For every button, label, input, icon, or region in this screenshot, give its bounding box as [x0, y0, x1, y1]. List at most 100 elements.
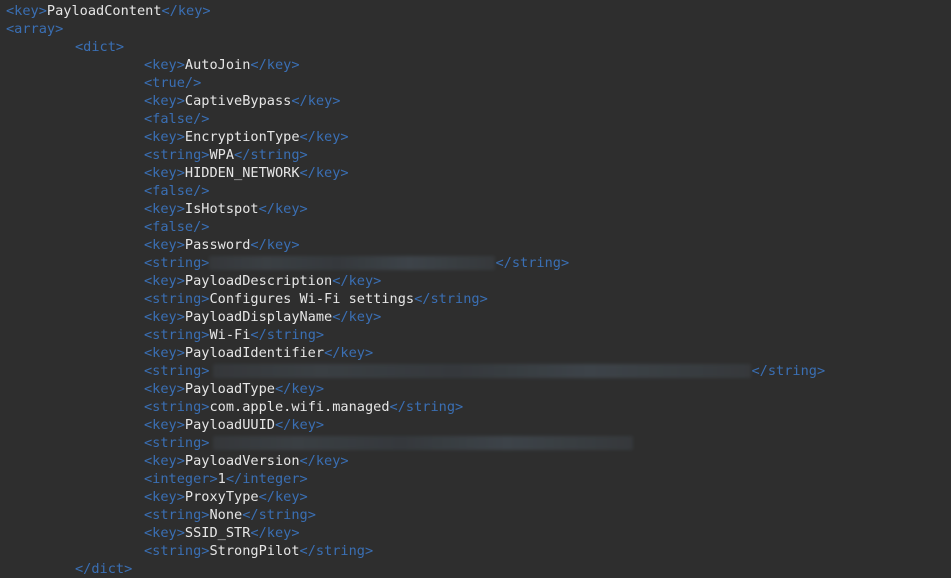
code-line: <false/> [0, 110, 951, 128]
xml-tag: <key> [144, 129, 185, 145]
code-line: <string> </string> [0, 362, 951, 380]
code-line: <string>Wi-Fi</string> [0, 326, 951, 344]
xml-text: HIDDEN_NETWORK [184, 165, 300, 181]
xml-tag: <key> [144, 417, 185, 433]
xml-text: PayloadType [184, 381, 275, 397]
xml-tag: </key> [291, 93, 341, 109]
xml-tag: <true/> [144, 75, 202, 91]
xml-tag: <string> [144, 507, 210, 523]
xml-text: PayloadDescription [184, 273, 333, 289]
code-line: <key>CaptiveBypass</key> [0, 92, 951, 110]
xml-tag: </key> [299, 165, 349, 181]
code-line: <key>EncryptionType</key> [0, 128, 951, 146]
xml-tag: <key> [144, 453, 185, 469]
code-line: <true/> [0, 74, 951, 92]
xml-text: Password [184, 237, 251, 253]
code-line: <string>Configures Wi-Fi settings</strin… [0, 290, 951, 308]
xml-tag: <key> [144, 57, 185, 73]
xml-tag: </string> [414, 291, 488, 307]
xml-text: CaptiveBypass [184, 93, 292, 109]
code-line: <string>WPA</string> [0, 146, 951, 164]
xml-tag: </key> [332, 273, 382, 289]
code-editor[interactable]: <key>PayloadContent</key> <array> <dict>… [0, 0, 951, 578]
xml-text: None [209, 507, 243, 523]
code-line: <key>IsHotspot</key> [0, 200, 951, 218]
xml-tag: </key> [299, 129, 349, 145]
xml-tag: </integer> [225, 471, 308, 487]
xml-text: PayloadIdentifier [184, 345, 325, 361]
xml-tag: <key> [144, 489, 185, 505]
xml-tag: <string> [144, 255, 210, 271]
code-line: <key>AutoJoin</key> [0, 56, 951, 74]
xml-tag: </key> [250, 57, 300, 73]
xml-tag: </key> [299, 453, 349, 469]
code-line: <key>ProxyType</key> [0, 488, 951, 506]
redacted-identifier [213, 364, 752, 378]
xml-tag: <dict> [75, 39, 125, 55]
xml-text: PayloadVersion [184, 453, 300, 469]
xml-tag: </string> [250, 327, 325, 343]
xml-text: EncryptionType [184, 129, 300, 145]
xml-tag: </key> [274, 381, 325, 397]
xml-tag: </string> [234, 147, 308, 163]
code-line: <key>PayloadDescription</key> [0, 272, 951, 290]
xml-text: WPA [209, 147, 235, 163]
xml-tag: <key> [144, 165, 185, 181]
code-line: <string> [0, 434, 951, 452]
xml-tag: <integer> [144, 471, 218, 487]
xml-tag: </key> [258, 201, 308, 217]
xml-tag: <string> [144, 435, 210, 451]
xml-tag: <key> [144, 273, 185, 289]
redacted-uuid [213, 436, 634, 450]
xml-text: StrongPilot [209, 543, 300, 559]
code-line: <integer>1</integer> [0, 470, 951, 488]
code-line: <key>PayloadType</key> [0, 380, 951, 398]
xml-tag: </key> [250, 525, 300, 541]
xml-tag: <string> [144, 363, 210, 379]
xml-text: ProxyType [184, 489, 259, 505]
xml-tag: </key> [161, 3, 211, 19]
code-line: <key>SSID_STR</key> [0, 524, 951, 542]
code-line: <string>com.apple.wifi.managed</string> [0, 398, 951, 416]
code-line: <key>Password</key> [0, 236, 951, 254]
code-line: <string> </string> [0, 254, 951, 272]
redacted-password [209, 256, 496, 270]
xml-tag: </key> [274, 417, 325, 433]
code-line: <key>PayloadUUID</key> [0, 416, 951, 434]
xml-text: IsHotspot [184, 201, 259, 217]
xml-tag: <false/> [144, 111, 210, 127]
code-line: <array> [0, 20, 951, 38]
xml-tag: <false/> [144, 219, 210, 235]
xml-text: PayloadUUID [184, 417, 275, 433]
xml-tag: <false/> [144, 183, 210, 199]
code-line: <key>HIDDEN_NETWORK</key> [0, 164, 951, 182]
xml-text: PayloadContent [46, 3, 162, 19]
code-line: <key>PayloadIdentifier</key> [0, 344, 951, 362]
xml-tag: <array> [6, 21, 64, 37]
xml-tag: </string> [389, 399, 464, 415]
code-line: <string>None</string> [0, 506, 951, 524]
xml-tag: </string> [495, 255, 570, 271]
xml-tag: <key> [144, 525, 185, 541]
xml-tag: </key> [332, 309, 382, 325]
xml-tag: </string> [751, 363, 826, 379]
xml-tag: </key> [250, 237, 300, 253]
xml-tag: <key> [144, 381, 185, 397]
xml-tag: </dict> [75, 561, 133, 577]
xml-tag: <string> [144, 543, 210, 559]
code-line: <key>PayloadContent</key> [0, 2, 951, 20]
xml-text: Configures Wi-Fi settings [209, 291, 415, 307]
xml-tag: </key> [324, 345, 374, 361]
code-line: </dict> [0, 560, 951, 578]
xml-tag: <key> [144, 309, 185, 325]
code-line: <false/> [0, 218, 951, 236]
xml-tag: </string> [242, 507, 316, 523]
xml-tag: <key> [144, 345, 185, 361]
xml-tag: </string> [299, 543, 374, 559]
xml-text: com.apple.wifi.managed [209, 399, 390, 415]
code-line: <key>PayloadVersion</key> [0, 452, 951, 470]
xml-tag: <key> [6, 3, 47, 19]
code-line: <dict> [0, 38, 951, 56]
xml-text: Wi-Fi [209, 327, 251, 343]
xml-tag: </key> [258, 489, 308, 505]
